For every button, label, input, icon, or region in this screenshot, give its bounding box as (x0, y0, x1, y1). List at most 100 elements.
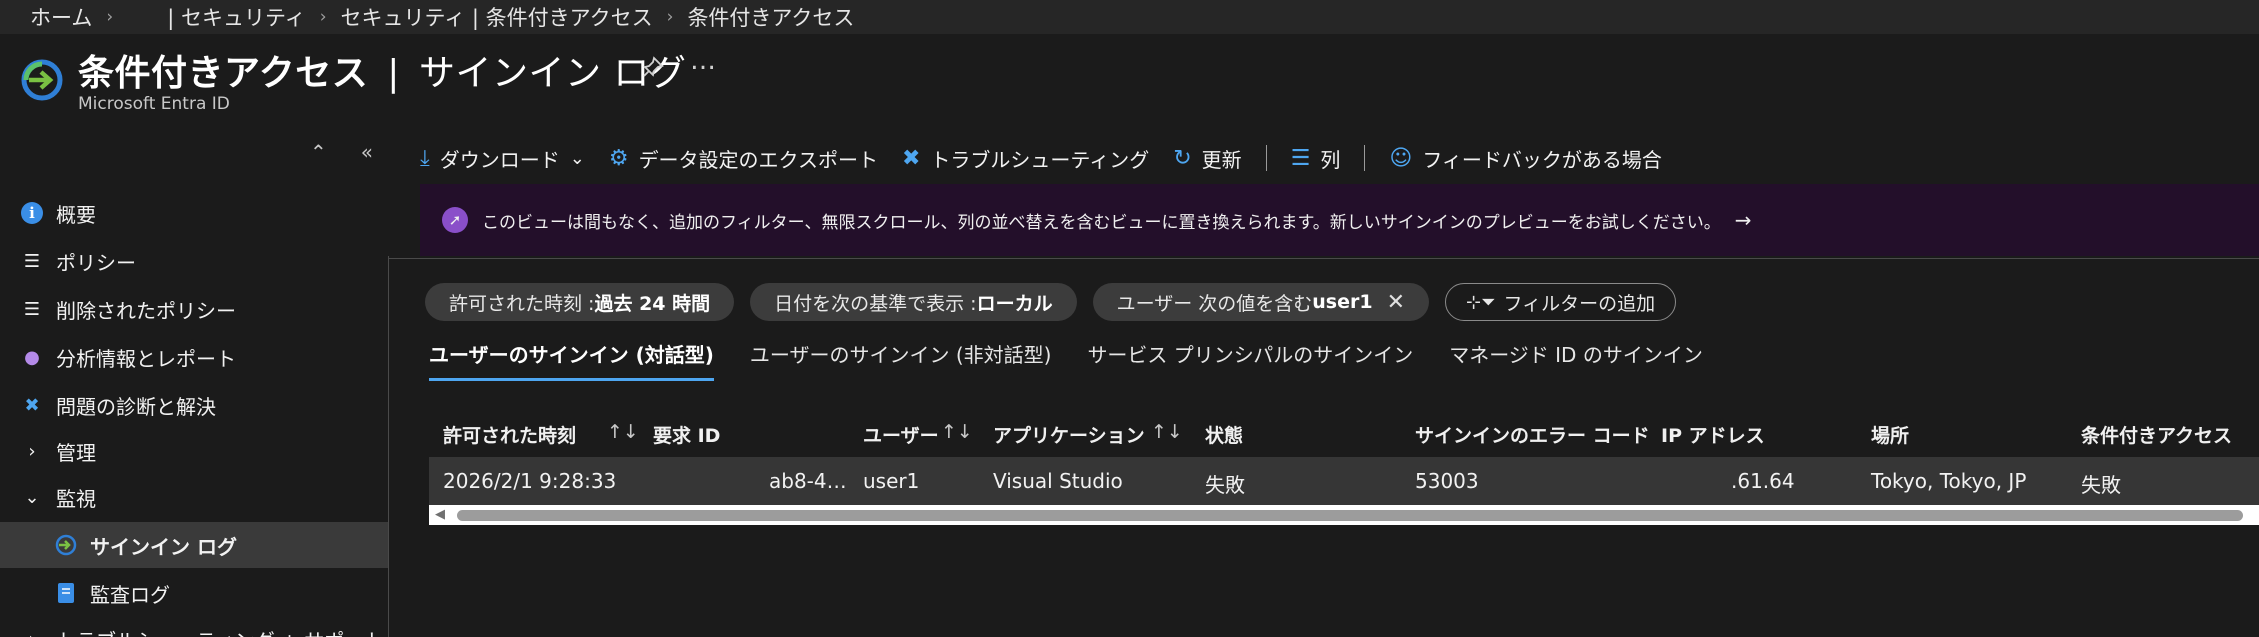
column-header-conditional-access[interactable]: 条件付きアクセス (2081, 421, 2232, 448)
export-data-settings-button[interactable]: ⚙ データ設定のエクスポート (609, 144, 878, 173)
signin-logo-icon (21, 59, 63, 101)
command-bar: ⤓ ダウンロード ⌄ ⚙ データ設定のエクスポート ✖ トラブルシューティング … (420, 140, 1686, 176)
toolbar-divider (1364, 145, 1366, 171)
pin-icon[interactable] (640, 54, 666, 80)
nav-item-monitor[interactable]: ⌄ 監視 (0, 474, 388, 520)
filter-pill-time[interactable]: 許可された時刻 : 過去 24 時間 (425, 283, 735, 321)
side-nav: ⌃ « i 概要 ☰ ポリシー ☰ 削除されたポリシー ● 分析情報とレポート … (0, 140, 388, 637)
cell-application: Visual Studio (993, 469, 1123, 493)
signin-log-content: 許可された時刻 : 過去 24 時間 日付を次の基準で表示 : ローカル ユーザ… (389, 258, 2259, 637)
download-label: ダウンロード (439, 147, 560, 172)
column-header-status[interactable]: 状態 (1205, 421, 1243, 448)
feedback-label: フィードバックがある場合 (1422, 147, 1662, 172)
chevron-down-icon: ⌄ (569, 147, 585, 169)
add-filter-button[interactable]: ⊹⏷ フィルターの追加 (1445, 283, 1677, 321)
download-icon: ⤓ (420, 145, 430, 171)
tab-managed-identity[interactable]: マネージド ID のサインイン (1449, 339, 1703, 381)
nav-item-signin-logs[interactable]: サインイン ログ (0, 522, 388, 568)
page-title-main: 条件付きアクセス (78, 53, 369, 94)
tab-user-noninteractive[interactable]: ユーザーのサインイン (非対話型) (750, 339, 1052, 381)
cell-time: 2026/2/1 9:28:33 (443, 469, 617, 493)
nav-item-diagnose[interactable]: ✖ 問題の診断と解決 (0, 382, 388, 428)
breadcrumb-security-ca[interactable]: セキュリティ | 条件付きアクセス (341, 2, 653, 32)
scrollbar-thumb[interactable] (457, 510, 2243, 521)
cell-conditional-access: 失敗 (2081, 473, 2121, 497)
refresh-icon: ↻ (1173, 145, 1192, 171)
tab-user-interactive[interactable]: ユーザーのサインイン (対話型) (429, 339, 714, 381)
column-header-location[interactable]: 場所 (1871, 421, 1909, 448)
page-header: 条件付きアクセス | サインイン ログ Microsoft Entra ID … (0, 40, 2259, 120)
column-label: 許可された時刻 (443, 425, 577, 447)
filter-label: ユーザー 次の値を含む (1116, 292, 1313, 315)
cell-ip: .61.64 (1731, 469, 1795, 493)
page-title: 条件付きアクセス | サインイン ログ (78, 44, 686, 96)
breadcrumb-ca[interactable]: 条件付きアクセス (687, 2, 854, 32)
columns-icon: ☰ (1290, 145, 1311, 171)
gear-icon: ⚙ (608, 145, 629, 171)
nav-item-policies[interactable]: ☰ ポリシー (0, 238, 388, 284)
nav-item-overview[interactable]: i 概要 (0, 190, 388, 236)
nav-item-manage[interactable]: › 管理 (0, 428, 388, 474)
nav-item-label: 分析情報とレポート (56, 346, 236, 371)
column-header-ip[interactable]: IP アドレス (1661, 421, 1765, 448)
nav-item-audit-logs[interactable]: 監査ログ (0, 570, 388, 616)
column-label: アプリケーション (993, 425, 1145, 447)
tab-service-principal[interactable]: サービス プリンシパルのサインイン (1087, 339, 1413, 381)
expand-collapse-icon[interactable]: ⌃ (310, 140, 327, 176)
breadcrumb: ホーム › | セキュリティ › セキュリティ | 条件付きアクセス › 条件付… (0, 0, 2259, 34)
breadcrumb-home[interactable]: ホーム (30, 2, 92, 32)
filter-pill-user[interactable]: ユーザー 次の値を含む user1 ✕ (1092, 283, 1430, 321)
column-header-application[interactable]: アプリケーション (993, 421, 1145, 448)
banner-text: このビューは間もなく、追加のフィルター、無限スクロール、列の並べ替えを含むビュー… (482, 212, 1721, 233)
more-options-icon[interactable]: … (690, 46, 716, 76)
refresh-label: 更新 (1201, 147, 1242, 172)
download-button[interactable]: ⤓ ダウンロード ⌄ (420, 144, 585, 173)
table-row[interactable]: 2026/2/1 9:28:33 ab8-4… user1 Visual Stu… (429, 457, 2259, 505)
column-label: ユーザー (863, 425, 939, 447)
filter-value: user1 (1312, 291, 1373, 313)
column-header-error-code[interactable]: サインインのエラー コード (1415, 421, 1650, 448)
filter-label: 許可された時刻 : (449, 292, 595, 315)
list-icon: ☰ (23, 298, 41, 320)
sort-icon[interactable]: ↑↓ (941, 421, 973, 443)
nav-item-label: 問題の診断と解決 (56, 394, 216, 419)
sort-icon[interactable]: ↑↓ (1151, 421, 1183, 443)
nav-item-troubleshoot-support[interactable]: › トラブルシューティング + サポート (0, 616, 388, 637)
troubleshoot-label: トラブルシューティング (930, 147, 1150, 172)
scroll-left-icon[interactable]: ◀ (435, 507, 445, 522)
chevron-down-icon: ⌄ (24, 486, 40, 508)
sort-icon[interactable]: ↑↓ (607, 421, 639, 443)
refresh-button[interactable]: ↻ 更新 (1173, 144, 1241, 173)
filter-bar: 許可された時刻 : 過去 24 時間 日付を次の基準で表示 : ローカル ユーザ… (425, 283, 1677, 321)
chevron-right-icon: › (666, 7, 674, 27)
nav-item-deleted-policies[interactable]: ☰ 削除されたポリシー (0, 286, 388, 332)
export-label: データ設定のエクスポート (638, 147, 878, 172)
nav-item-insights[interactable]: ● 分析情報とレポート (0, 334, 388, 380)
columns-button[interactable]: ☰ 列 (1291, 144, 1341, 173)
title-separator: | (387, 53, 400, 94)
columns-label: 列 (1320, 147, 1341, 172)
close-icon[interactable]: ✕ (1387, 290, 1405, 315)
service-name: Microsoft Entra ID (78, 94, 230, 114)
troubleshoot-button[interactable]: ✖ トラブルシューティング (902, 144, 1149, 173)
nav-controls: ⌃ « (310, 140, 373, 176)
feedback-icon: ☺ (1389, 145, 1413, 171)
arrow-right-icon[interactable]: → (1735, 208, 1752, 232)
filter-pill-date-display[interactable]: 日付を次の基準で表示 : ローカル (750, 283, 1077, 321)
nav-item-label: 監視 (56, 486, 96, 511)
column-header-request-id[interactable]: 要求 ID (653, 421, 720, 448)
nav-item-label: トラブルシューティング + サポート (56, 625, 384, 637)
column-header-user[interactable]: ユーザー (863, 421, 939, 448)
column-header-time[interactable]: 許可された時刻 (443, 421, 576, 448)
horizontal-scrollbar[interactable]: ◀ (429, 505, 2259, 525)
add-filter-label: フィルターの追加 (1503, 292, 1656, 315)
table-header: 許可された時刻 ↑↓ 要求 ID ユーザー ↑↓ アプリケーション ↑↓ 状態 … (429, 407, 2259, 457)
chevron-right-icon: › (20, 627, 44, 637)
cell-user: user1 (863, 469, 920, 493)
breadcrumb-security[interactable]: | セキュリティ (167, 2, 306, 32)
lightbulb-icon: ● (24, 346, 40, 368)
cell-location: Tokyo, Tokyo, JP (1871, 469, 2027, 493)
feedback-button[interactable]: ☺ フィードバックがある場合 (1389, 144, 1662, 173)
add-filter-icon: ⊹⏷ (1466, 291, 1496, 313)
collapse-menu-icon[interactable]: « (361, 140, 373, 176)
